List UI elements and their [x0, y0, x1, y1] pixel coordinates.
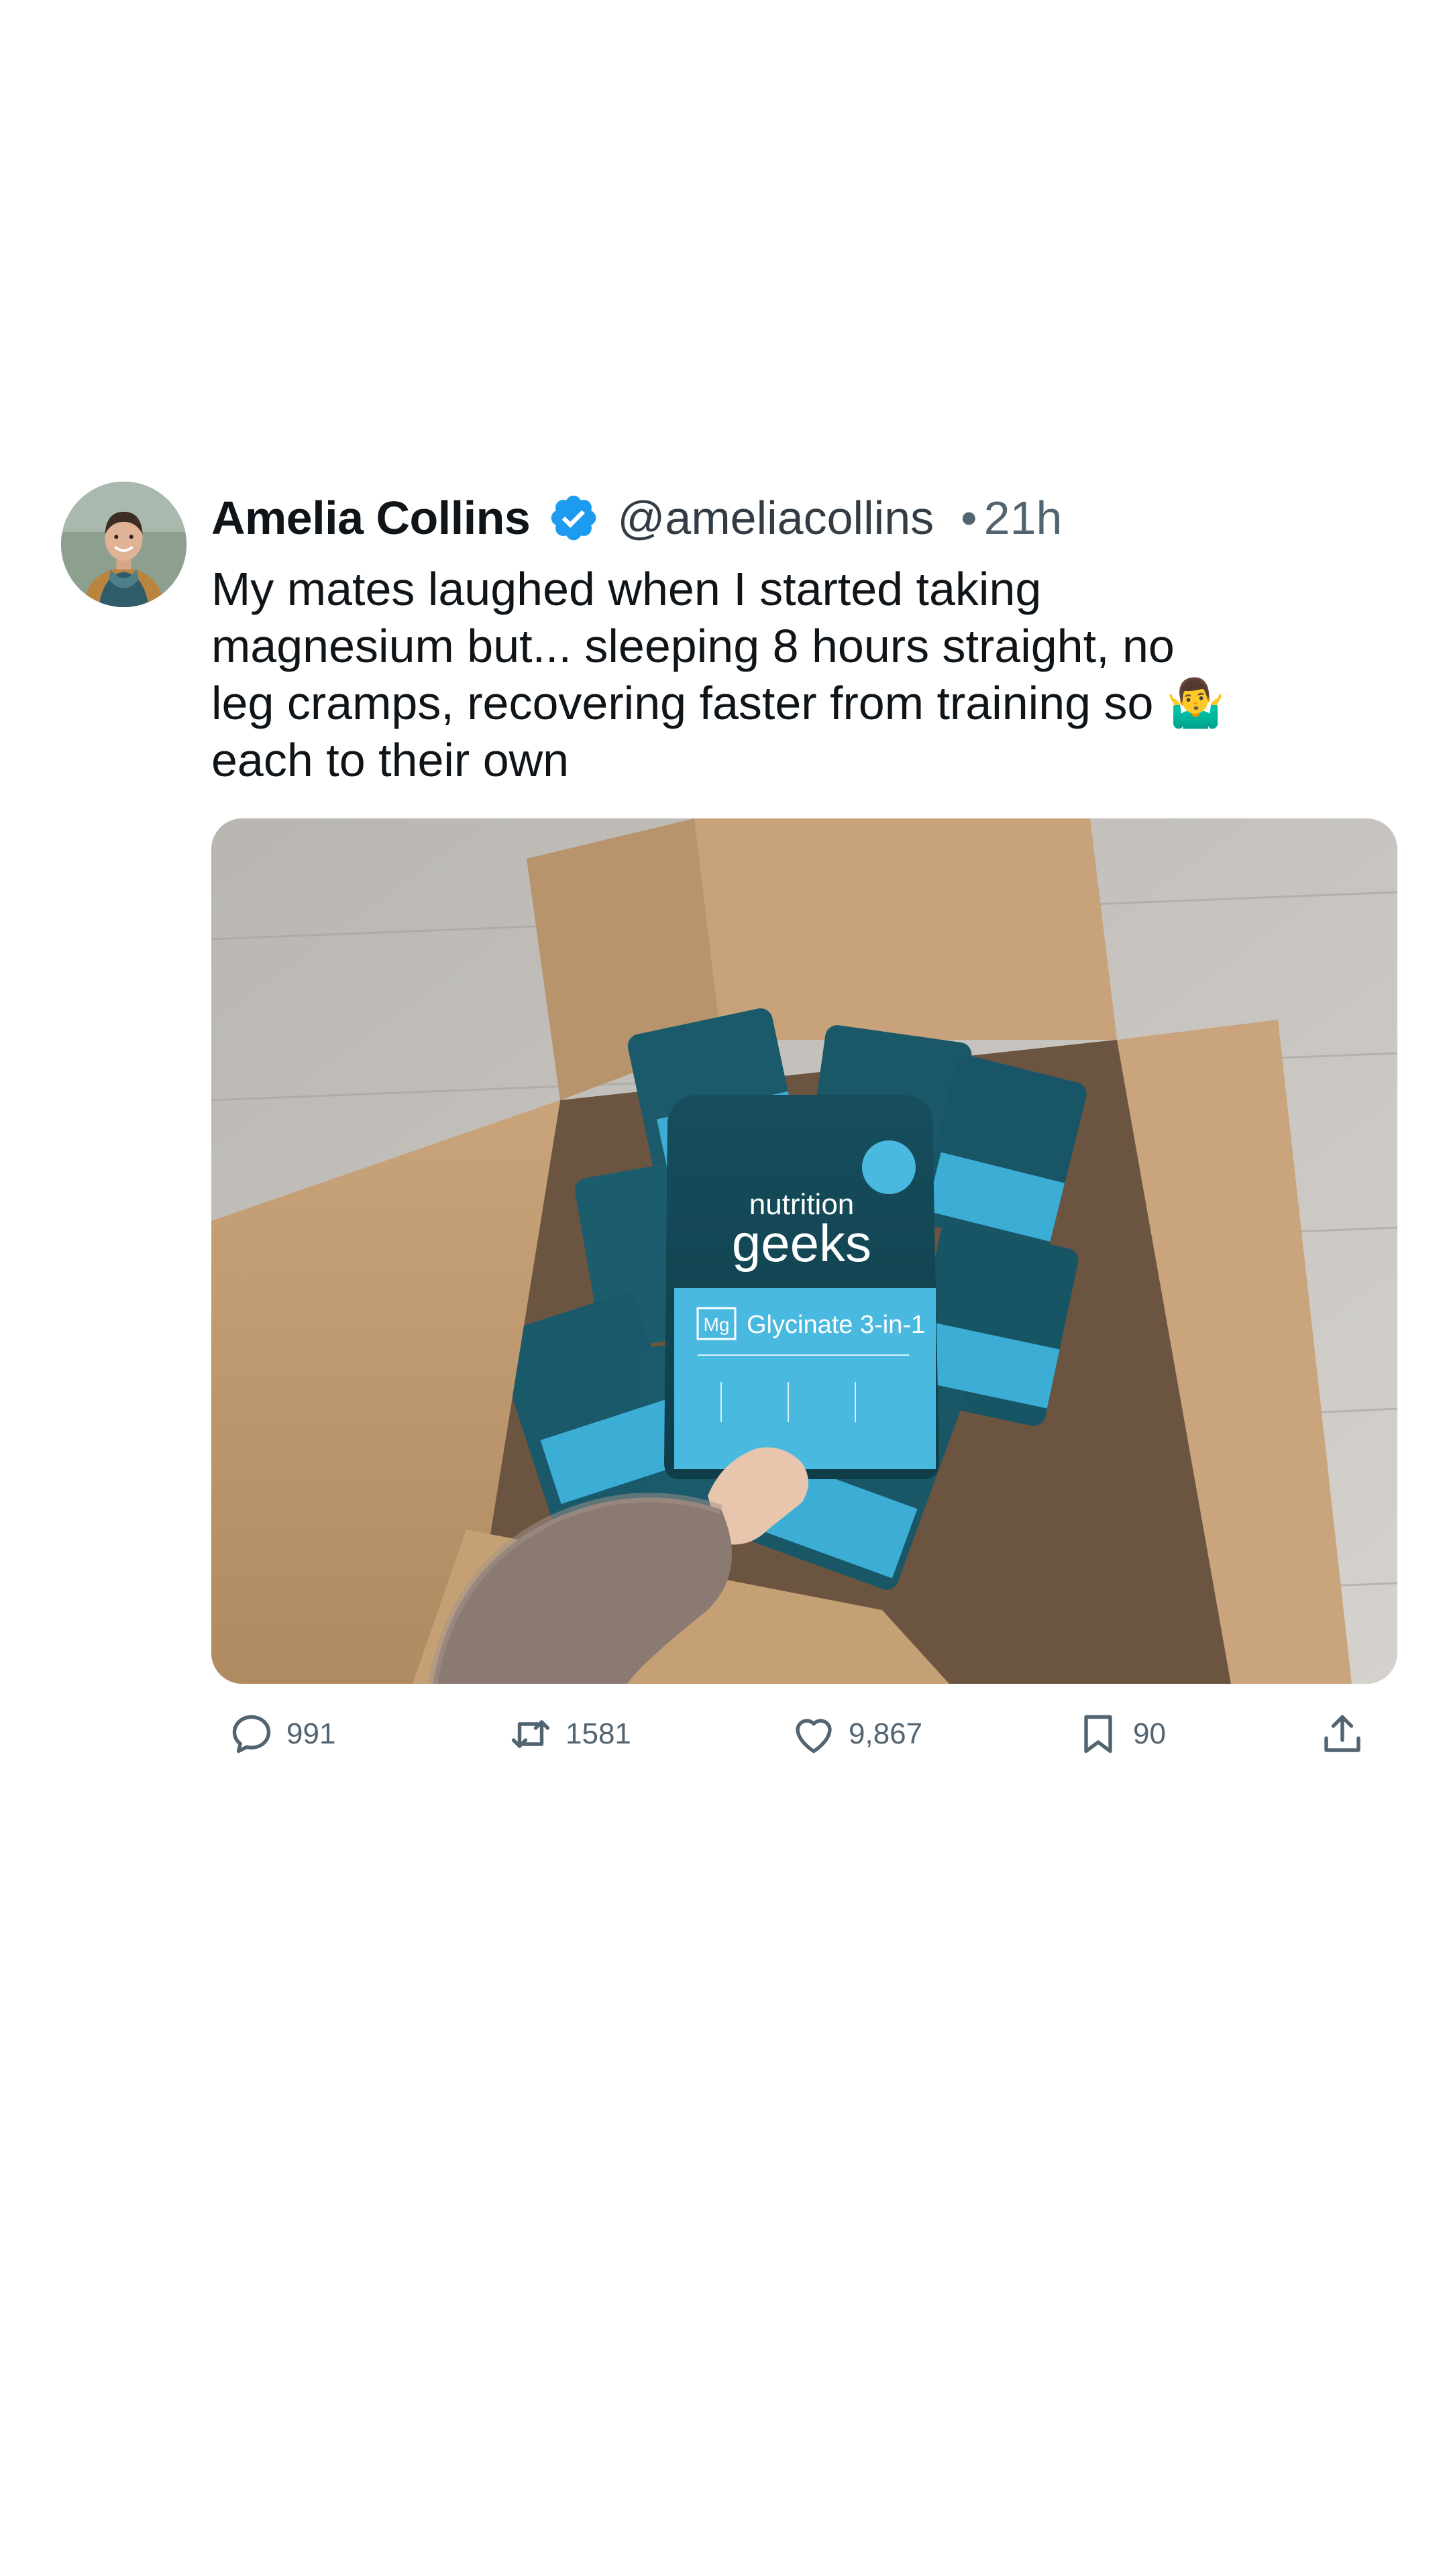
author-handle[interactable]: @ameliacollins: [617, 491, 934, 545]
like-button[interactable]: 9,867: [790, 1704, 922, 1764]
share-button[interactable]: [1318, 1704, 1366, 1764]
tweet-text: My mates laughed when I started taking m…: [211, 563, 1226, 786]
tweet[interactable]: Amelia Collins @ameliacollins • 21h My m…: [0, 0, 1449, 2576]
bookmark-icon: [1074, 1710, 1122, 1758]
separator-dot: •: [961, 492, 977, 544]
author-name[interactable]: Amelia Collins: [211, 491, 531, 545]
pouch-mg-badge: Mg: [704, 1314, 730, 1335]
photo-icon: nutrition geeks Mg Glycinate 3-in-1: [211, 818, 1397, 1684]
repost-count: 1581: [566, 1717, 631, 1750]
reply-count: 991: [286, 1717, 336, 1750]
share-icon: [1318, 1710, 1366, 1758]
reply-button[interactable]: 991: [227, 1704, 335, 1764]
tweet-media[interactable]: nutrition geeks Mg Glycinate 3-in-1: [211, 818, 1397, 1684]
tweet-header: Amelia Collins @ameliacollins • 21h: [211, 484, 1062, 551]
avatar[interactable]: [61, 482, 186, 607]
bookmark-button[interactable]: 90: [1074, 1704, 1166, 1764]
heart-icon: [790, 1710, 838, 1758]
profile-photo-icon: [61, 482, 186, 607]
post-time[interactable]: 21h: [984, 491, 1063, 545]
verified-badge-icon: [547, 492, 600, 544]
pouch-brand-line2: geeks: [732, 1214, 871, 1273]
bookmark-count: 90: [1133, 1717, 1166, 1750]
action-bar: 991 1581 9,867 90: [211, 1704, 1405, 1764]
repost-button[interactable]: 1581: [506, 1704, 631, 1764]
repost-icon: [506, 1710, 555, 1758]
like-count: 9,867: [849, 1717, 923, 1750]
pouch-title: Glycinate 3-in-1: [747, 1311, 925, 1339]
reply-icon: [227, 1710, 276, 1758]
